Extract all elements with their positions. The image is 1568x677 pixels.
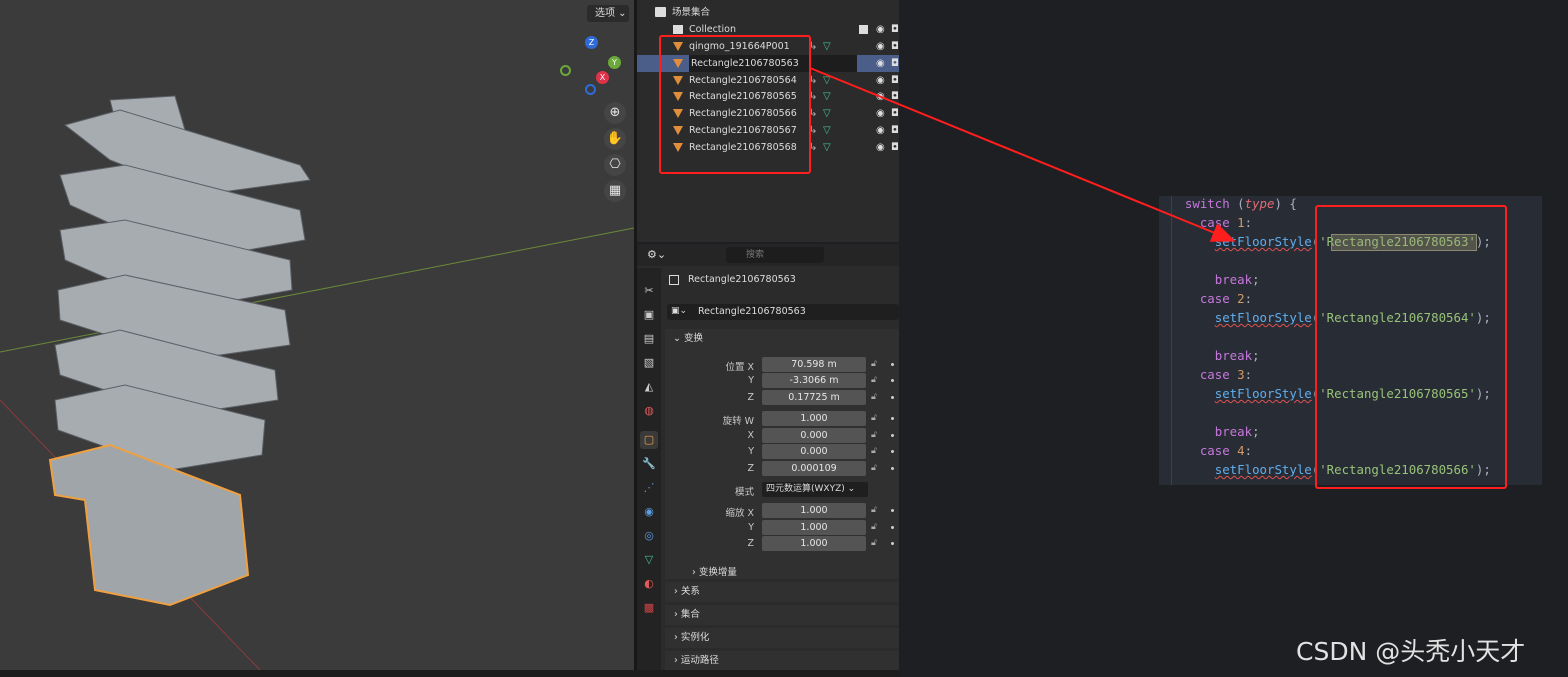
annotation-arrow bbox=[809, 67, 1236, 242]
watermark-text: CSDN @头秃小天才 bbox=[1296, 637, 1526, 666]
